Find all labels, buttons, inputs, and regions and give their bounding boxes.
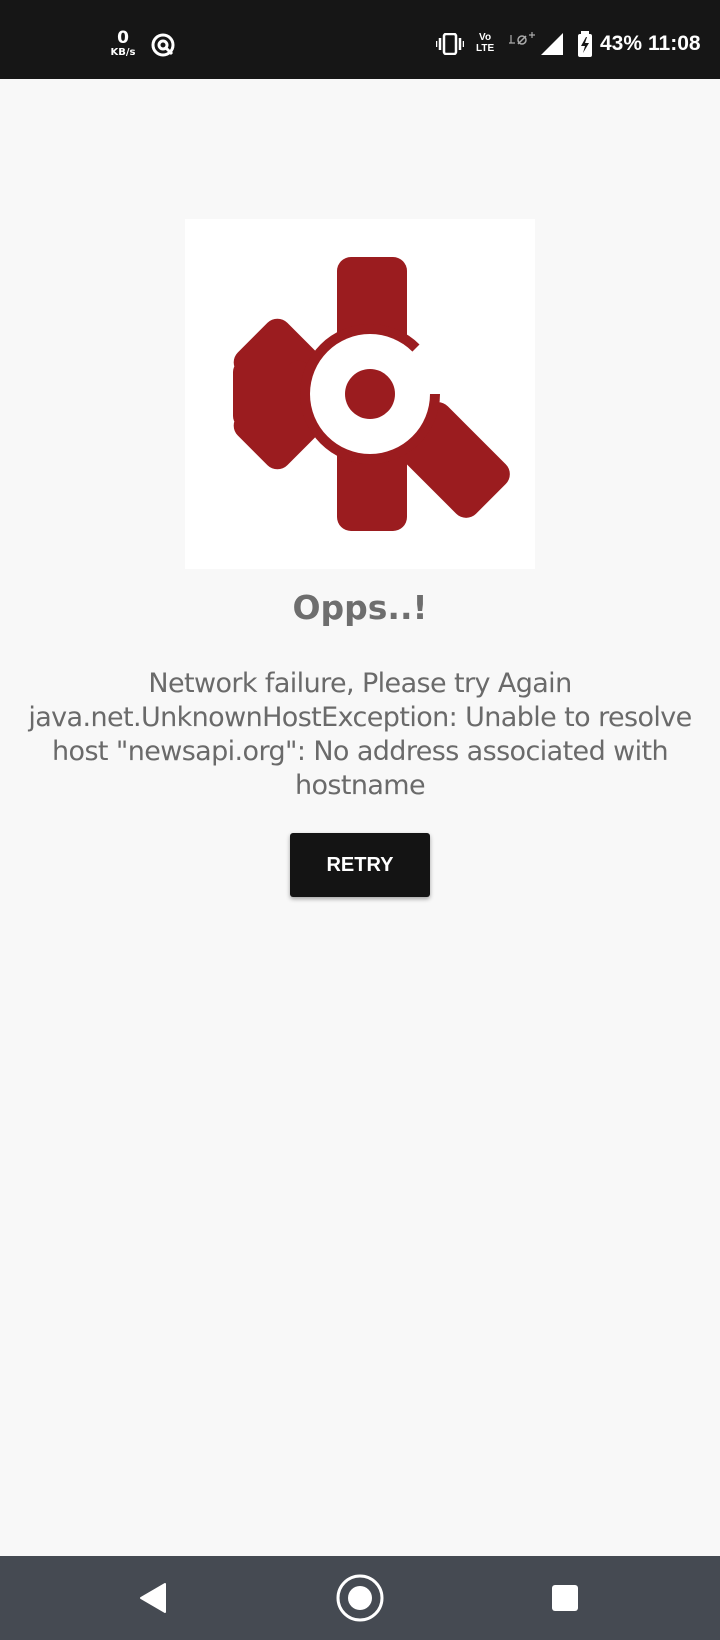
navigation-bar: [0, 1556, 720, 1640]
battery-percent: 43%: [600, 32, 643, 55]
home-button[interactable]: [315, 1556, 405, 1640]
recents-button[interactable]: [520, 1556, 610, 1640]
data-saver-icon: [151, 33, 175, 57]
clock: 11:08: [648, 32, 701, 55]
retry-button[interactable]: RETRY: [290, 833, 430, 897]
back-button[interactable]: [108, 1556, 198, 1640]
signal-icon: [541, 33, 563, 55]
error-message: Network failure, Please try Again java.n…: [28, 668, 692, 801]
error-title: Opps..!: [292, 588, 428, 627]
volte-label-bottom: LTE: [476, 43, 495, 54]
app-logo: [185, 219, 535, 569]
vibrate-icon: [436, 33, 464, 55]
network-speed: 0 KB/s: [108, 30, 138, 58]
status-bar: 0 KB/s Vo LTE 43% 11:08: [0, 0, 720, 79]
volte-icon: Vo LTE: [476, 32, 494, 54]
battery-charging-icon: [578, 31, 592, 57]
app-logo-gear: [233, 257, 510, 531]
home-icon: [336, 1574, 384, 1622]
network-speed-value: 0: [117, 28, 129, 48]
volte-label-top: Vo: [479, 32, 492, 43]
wifi-calling-icon: [509, 32, 535, 45]
network-speed-unit: KB/s: [110, 47, 136, 58]
back-icon: [140, 1583, 166, 1613]
recents-icon: [552, 1585, 578, 1611]
